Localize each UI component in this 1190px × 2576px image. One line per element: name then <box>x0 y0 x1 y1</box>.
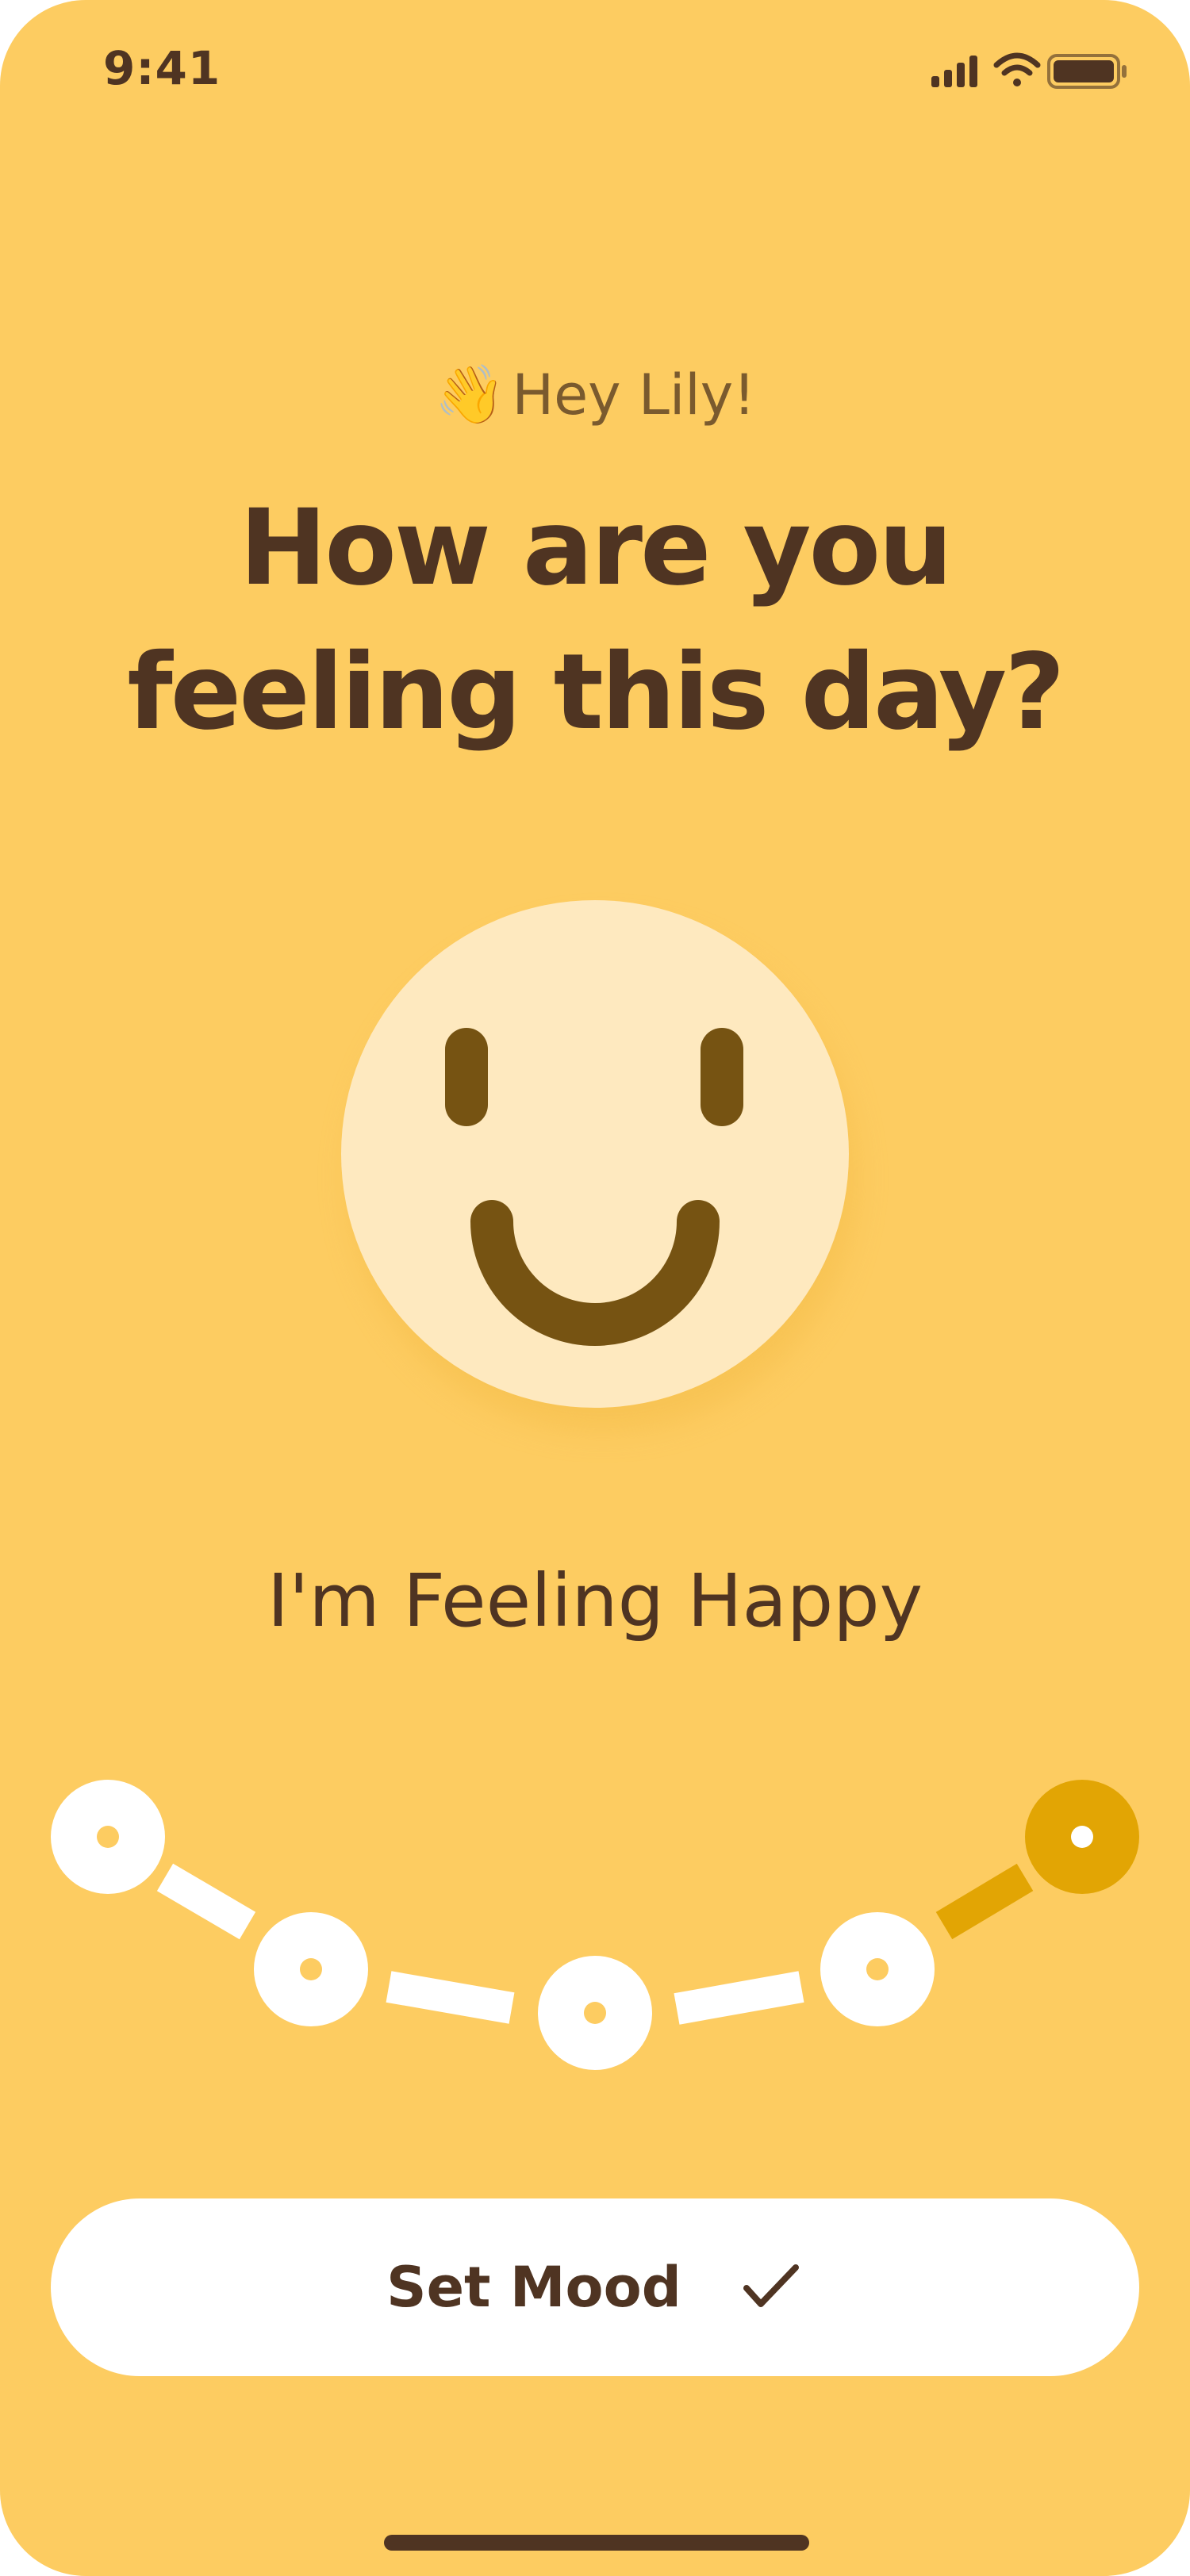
mood-option-1[interactable] <box>51 1780 165 1894</box>
mood-label: I'm Feeling Happy <box>267 1558 923 1643</box>
mood-screen: 9:41 👋 Hey Lily! How are you feeling this… <box>0 0 1190 2576</box>
mood-slider[interactable] <box>0 1745 1190 2102</box>
wifi-icon <box>993 52 1041 86</box>
status-icons <box>931 52 1127 89</box>
mood-option-4[interactable] <box>820 1912 935 2026</box>
slider-track-segment <box>386 1971 515 2024</box>
greeting: 👋 Hey Lily! <box>0 361 1190 428</box>
signal-icon <box>931 56 977 87</box>
checkmark-icon <box>743 2264 799 2307</box>
slider-track-segment <box>156 1863 256 1940</box>
battery-icon <box>1047 54 1127 89</box>
mood-option-3[interactable] <box>538 1956 652 2070</box>
mood-face <box>341 900 857 1432</box>
smile-face-icon <box>445 1028 743 1346</box>
greeting-text: Hey Lily! <box>512 362 756 427</box>
mood-option-2[interactable] <box>254 1912 368 2026</box>
slider-track-segment <box>674 1971 804 2025</box>
status-time: 9:41 <box>103 41 221 95</box>
page-title: How are you feeling this day? <box>127 487 1065 753</box>
set-mood-label: Set Mood <box>386 2255 681 2320</box>
mood-option-5-selected[interactable] <box>1025 1780 1139 1894</box>
slider-track-segment-active <box>935 1863 1034 1940</box>
set-mood-button[interactable]: Set Mood <box>51 2198 1139 2376</box>
home-indicator <box>384 2535 809 2551</box>
waving-hand-icon: 👋 <box>434 361 506 427</box>
smile-mouth <box>470 1200 720 1346</box>
